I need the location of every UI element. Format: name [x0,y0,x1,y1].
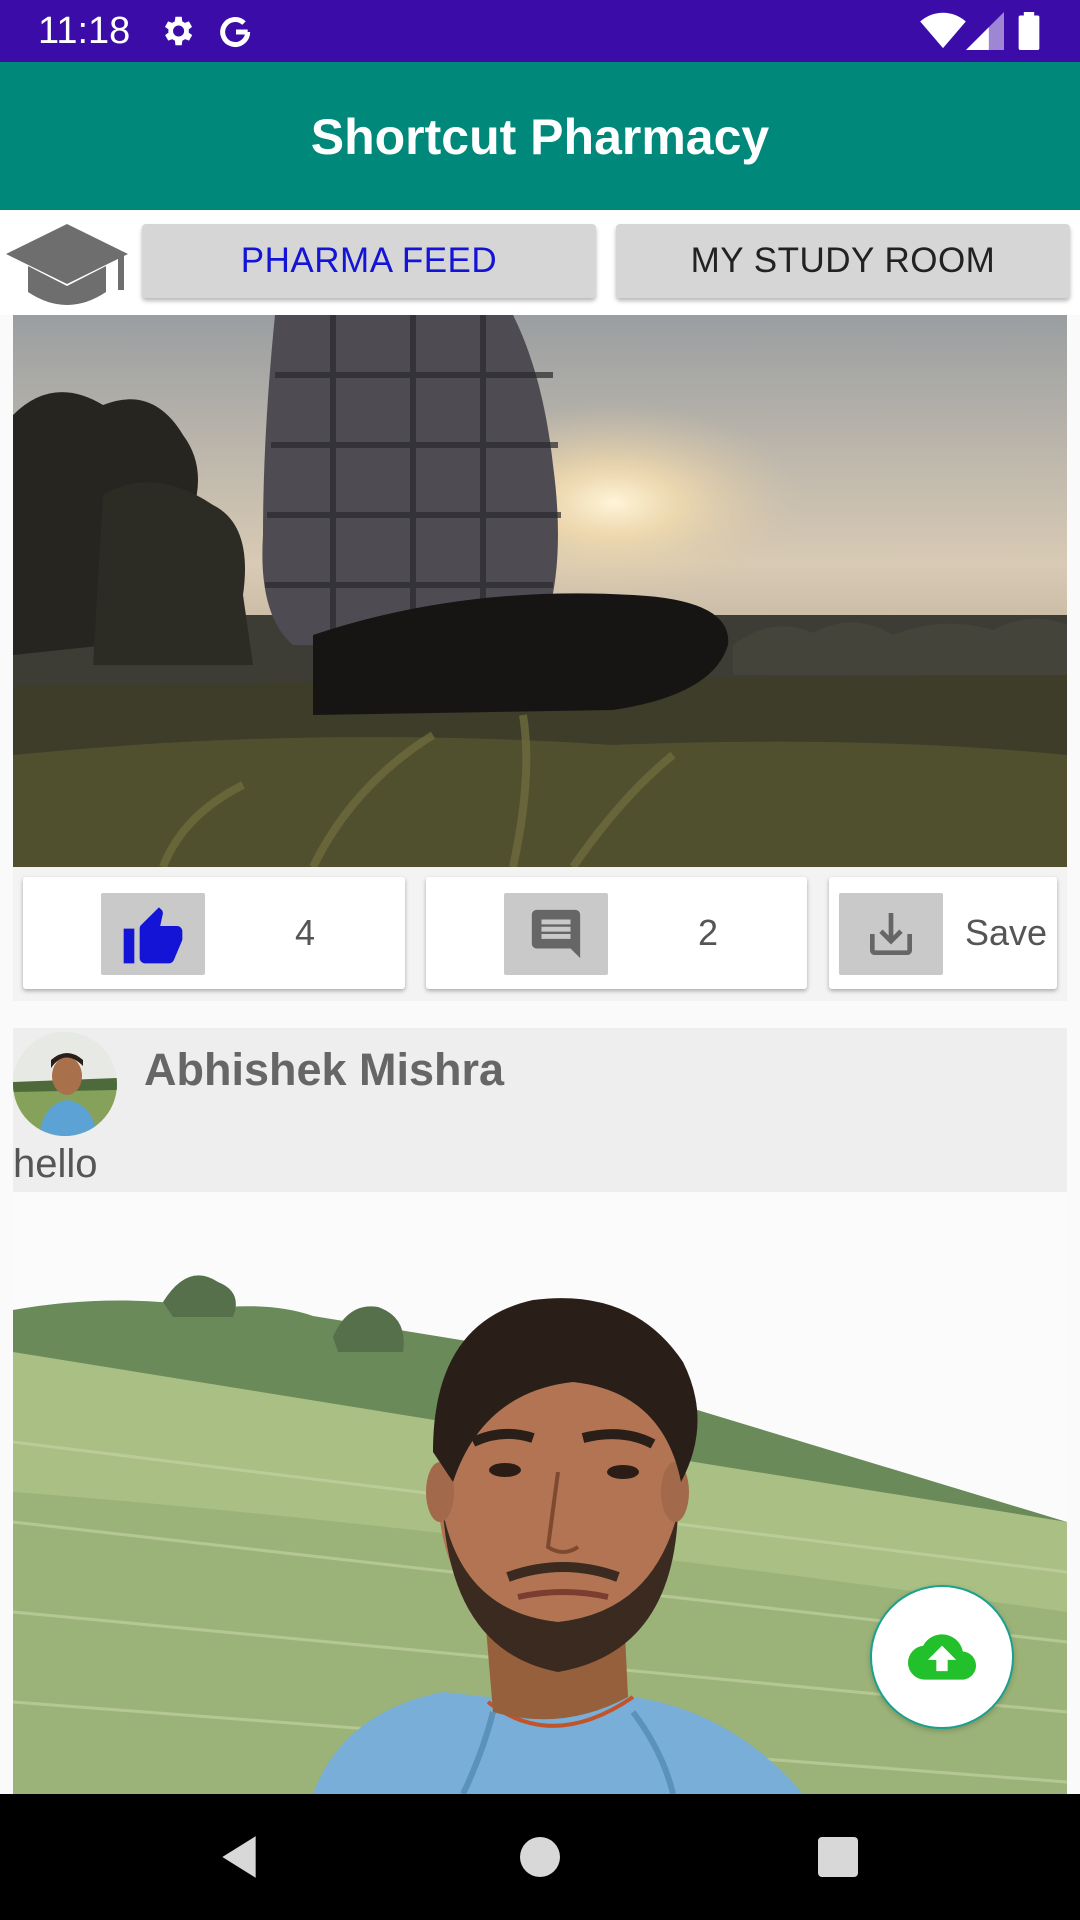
post-caption: hello [13,1142,98,1186]
like-button[interactable] [101,893,205,975]
sunset-field-photo [13,315,1067,867]
back-icon[interactable] [214,1832,264,1882]
like-count: 4 [295,912,316,953]
navigation-bar [0,1794,1080,1920]
download-button[interactable] [839,893,943,975]
avatar[interactable] [13,1032,117,1136]
status-bar: 11:18 [0,0,1080,62]
thumbs-up-icon [123,907,183,964]
settings-icon [164,16,193,46]
save-card[interactable]: Save [829,877,1057,989]
cloud-upload-icon [908,1634,976,1680]
tab-pharma-feed[interactable]: PHARMA FEED [142,224,596,298]
wifi-icon [920,12,966,49]
comment-count: 2 [698,912,719,953]
comment-button[interactable] [504,893,608,975]
tab-my-study-room[interactable]: MY STUDY ROOM [616,224,1070,298]
app-title: Shortcut Pharmacy [310,109,770,165]
post-image[interactable] [13,315,1067,867]
post-author[interactable]: Abhishek Mishra [144,1044,504,1096]
signal-icon [966,12,1004,50]
save-label[interactable]: Save [965,877,1047,989]
google-icon [220,17,251,47]
download-icon [870,913,912,955]
comment-icon [531,909,581,959]
like-card[interactable]: 4 [23,877,405,989]
post-header: Abhishek Mishra hello [13,1028,1067,1192]
post-actions: 4 2 Save [13,867,1067,1001]
comment-card[interactable]: 2 [426,877,807,989]
home-icon[interactable] [516,1832,564,1882]
avatar-photo [13,1032,117,1136]
tab-row: PHARMA FEED MY STUDY ROOM [0,210,1080,315]
status-time: 11:18 [38,10,131,52]
app-bar: Shortcut Pharmacy [0,62,1080,210]
upload-fab[interactable] [870,1585,1014,1729]
recents-icon[interactable] [814,1832,862,1882]
battery-icon [1018,12,1040,50]
graduation-cap-icon[interactable] [4,222,130,312]
